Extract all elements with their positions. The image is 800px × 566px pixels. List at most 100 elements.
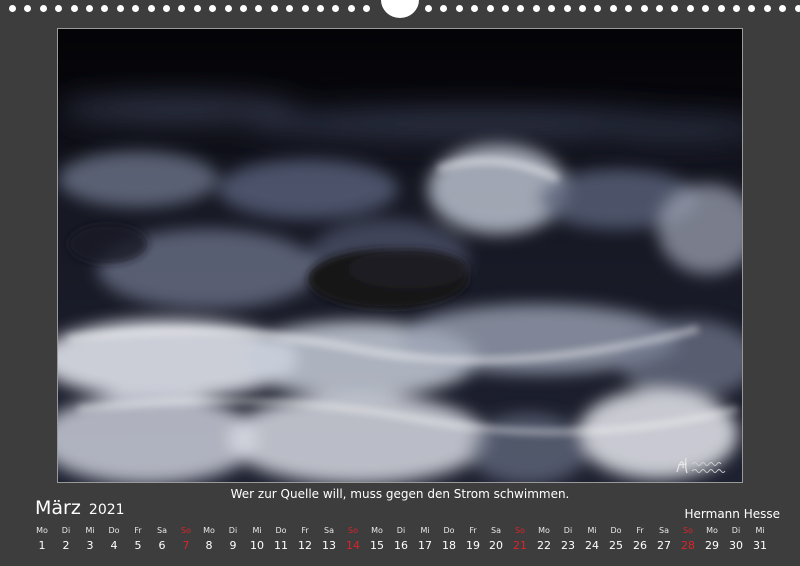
binding-hole bbox=[687, 5, 694, 12]
binding-hole bbox=[579, 5, 586, 12]
weekday-label: Di bbox=[563, 526, 573, 535]
calendar-day: Mi 17 bbox=[414, 526, 436, 554]
binding-hole bbox=[564, 5, 571, 12]
weekday-label: Mo bbox=[371, 526, 383, 535]
quote-author: Hermann Hesse bbox=[684, 507, 781, 521]
weekday-label: So bbox=[683, 526, 693, 535]
binding-hole bbox=[733, 5, 740, 12]
spiral-binding bbox=[0, 0, 800, 20]
calendar-day: Mi 10 bbox=[246, 526, 268, 554]
day-number: 21 bbox=[513, 539, 527, 552]
binding-hole bbox=[86, 5, 93, 12]
weekday-label: Do bbox=[275, 526, 287, 535]
binding-hole bbox=[748, 5, 755, 12]
calendar-day: Di 2 bbox=[55, 526, 77, 554]
day-number: 3 bbox=[86, 539, 94, 552]
day-number: 9 bbox=[229, 539, 237, 552]
binding-hole bbox=[286, 5, 293, 12]
day-number: 7 bbox=[182, 539, 190, 552]
calendar-day: Di 30 bbox=[725, 526, 747, 554]
binding-hole bbox=[240, 5, 247, 12]
binding-hole bbox=[148, 5, 155, 12]
day-number: 22 bbox=[537, 539, 551, 552]
binding-hole bbox=[225, 5, 232, 12]
calendar-day: Mo 29 bbox=[701, 526, 723, 554]
binding-hole bbox=[163, 5, 170, 12]
day-number: 19 bbox=[466, 539, 480, 552]
calendar-day: Sa 6 bbox=[151, 526, 173, 554]
day-number: 12 bbox=[298, 539, 312, 552]
calendar-day: So 21 bbox=[509, 526, 531, 554]
day-number: 18 bbox=[442, 539, 456, 552]
day-number: 27 bbox=[657, 539, 671, 552]
binding-hole bbox=[363, 5, 370, 12]
weekday-label: Fr bbox=[469, 526, 477, 535]
weekday-label: Do bbox=[108, 526, 120, 535]
weekday-label: Di bbox=[228, 526, 238, 535]
binding-hole bbox=[194, 5, 201, 12]
calendar-day: Do 18 bbox=[438, 526, 460, 554]
weekday-label: Sa bbox=[491, 526, 501, 535]
binding-hole bbox=[178, 5, 185, 12]
calendar-day: So 14 bbox=[342, 526, 364, 554]
calendar-day: Fr 12 bbox=[294, 526, 316, 554]
weekday-label: Mo bbox=[706, 526, 718, 535]
weekday-label: So bbox=[348, 526, 358, 535]
month-name: März bbox=[35, 497, 81, 519]
binding-hole bbox=[779, 5, 786, 12]
weekday-label: Mi bbox=[85, 526, 95, 535]
calendar-day: Fr 19 bbox=[462, 526, 484, 554]
weekday-label: Mi bbox=[252, 526, 262, 535]
weekday-label: Fr bbox=[134, 526, 142, 535]
binding-hole bbox=[440, 5, 447, 12]
binding-hole bbox=[548, 5, 555, 12]
day-number: 17 bbox=[418, 539, 432, 552]
calendar-day: Sa 20 bbox=[485, 526, 507, 554]
day-number: 30 bbox=[729, 539, 743, 552]
year-label: 2021 bbox=[88, 502, 125, 518]
binding-hole bbox=[101, 5, 108, 12]
day-number: 8 bbox=[205, 539, 213, 552]
day-number: 24 bbox=[585, 539, 599, 552]
binding-hole bbox=[656, 5, 663, 12]
binding-hole bbox=[471, 5, 478, 12]
binding-hole bbox=[456, 5, 463, 12]
day-number: 11 bbox=[274, 539, 288, 552]
binding-hole bbox=[332, 5, 339, 12]
binding-hole bbox=[702, 5, 709, 12]
weekday-label: Sa bbox=[659, 526, 669, 535]
day-number: 31 bbox=[753, 539, 767, 552]
calendar-day: Di 9 bbox=[222, 526, 244, 554]
waterfall-photo bbox=[57, 28, 743, 483]
calendar-day: Di 16 bbox=[390, 526, 412, 554]
binding-hole bbox=[641, 5, 648, 12]
weekday-label: So bbox=[181, 526, 191, 535]
weekday-label: Mo bbox=[36, 526, 48, 535]
calendar-day: So 7 bbox=[175, 526, 197, 554]
calendar-day: Mo 15 bbox=[366, 526, 388, 554]
weekday-label: Fr bbox=[301, 526, 309, 535]
calendar-day: Fr 26 bbox=[629, 526, 651, 554]
binding-hole bbox=[117, 5, 124, 12]
day-number: 5 bbox=[134, 539, 142, 552]
calendar-day: Mi 3 bbox=[79, 526, 101, 554]
day-number: 2 bbox=[62, 539, 70, 552]
month-title: März 2021 bbox=[35, 497, 125, 519]
day-number: 25 bbox=[609, 539, 623, 552]
day-number: 20 bbox=[489, 539, 503, 552]
binding-hole bbox=[9, 5, 16, 12]
calendar-day: Do 11 bbox=[270, 526, 292, 554]
day-number: 29 bbox=[705, 539, 719, 552]
binding-hole bbox=[425, 5, 432, 12]
binding-hole bbox=[24, 5, 31, 12]
weekday-label: Sa bbox=[157, 526, 167, 535]
weekday-label: Di bbox=[731, 526, 741, 535]
day-number: 10 bbox=[250, 539, 264, 552]
calendar-day: Sa 27 bbox=[653, 526, 675, 554]
hanger-hole bbox=[381, 0, 419, 18]
binding-hole bbox=[302, 5, 309, 12]
binding-hole bbox=[764, 5, 771, 12]
waterfall-image bbox=[58, 29, 742, 482]
binding-hole bbox=[718, 5, 725, 12]
weekday-label: Do bbox=[610, 526, 622, 535]
